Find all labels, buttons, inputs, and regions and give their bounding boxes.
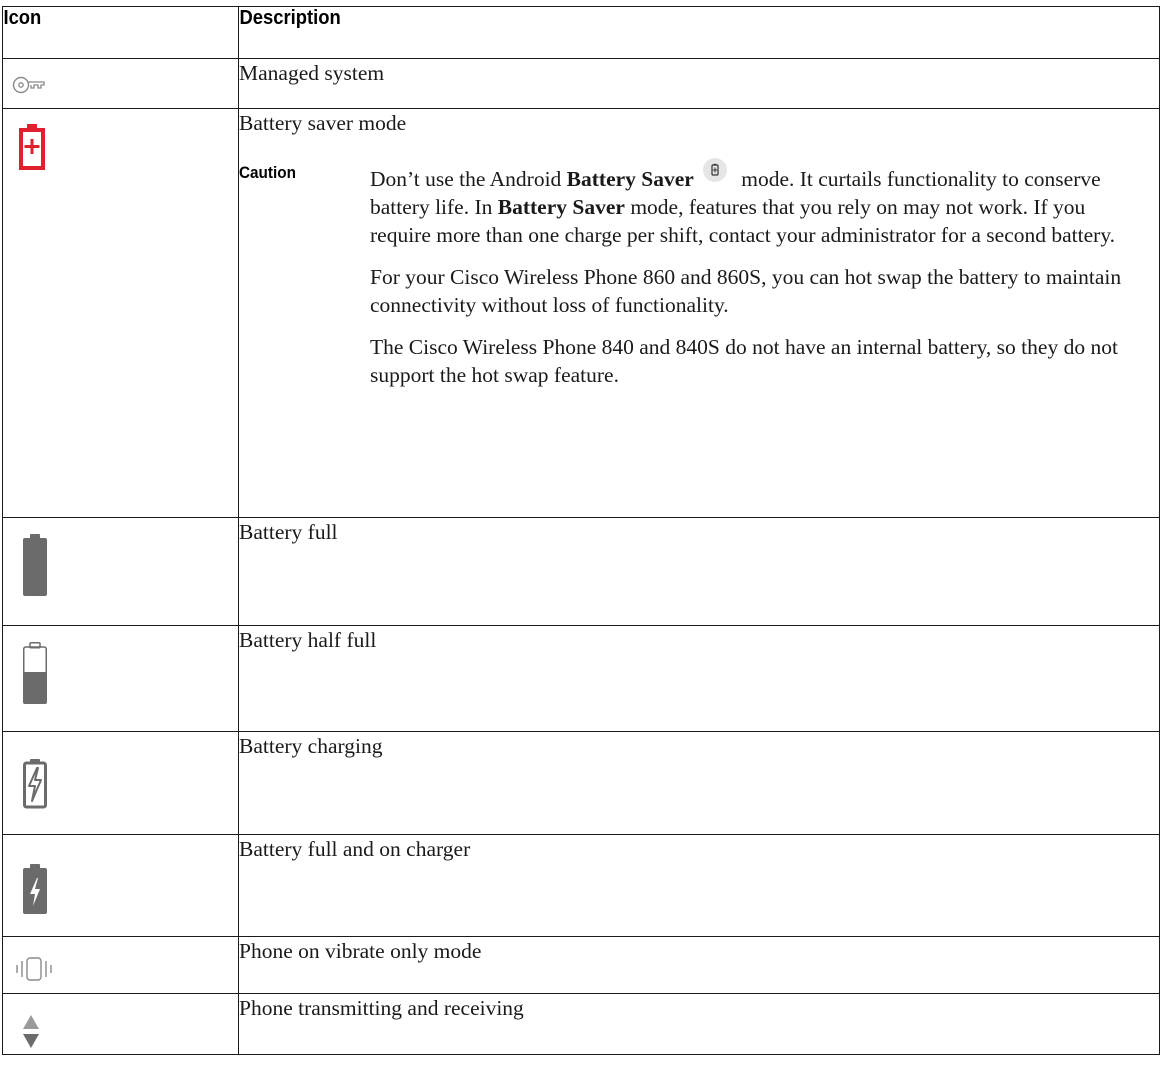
battery-saver-inline-icon <box>702 157 728 183</box>
battery-saver-term: Battery Saver <box>566 167 694 191</box>
vibrate-icon <box>16 957 52 981</box>
battery-saver-icon <box>19 124 45 170</box>
icon-column-header: Icon <box>2 6 221 59</box>
icon-cell <box>2 517 239 626</box>
icon-cell <box>2 993 239 1055</box>
status-icons-table: Icon Description Managed system Battery … <box>2 6 1160 1055</box>
icon-cell <box>2 936 239 994</box>
row-description: Phone transmitting and receiving <box>238 993 1160 1055</box>
battery-charging-icon <box>23 759 47 809</box>
row-description-cell: Battery saver mode Caution Don’t use the… <box>238 108 1160 518</box>
key-icon <box>12 76 45 94</box>
table-row: Battery half full <box>2 625 1160 732</box>
row-description: Battery saver mode <box>239 111 407 135</box>
icon-cell <box>2 58 239 109</box>
battery-half-icon <box>23 642 47 704</box>
caution-paragraph-2: For your Cisco Wireless Phone 860 and 86… <box>370 265 1122 317</box>
caution-body: Don’t use the Android Battery Saver mode… <box>370 151 1159 389</box>
row-description: Managed system <box>238 58 1160 109</box>
table-row: Battery full <box>2 517 1160 626</box>
row-description: Battery half full <box>238 625 1160 732</box>
caution-text: Don’t use the Android <box>370 167 567 191</box>
description-column-header: Description <box>238 6 1087 59</box>
caution-paragraph-3: The Cisco Wireless Phone 840 and 840S do… <box>370 335 1118 387</box>
icon-cell <box>2 625 239 732</box>
icon-cell <box>2 731 239 835</box>
icon-cell <box>2 108 239 518</box>
battery-full-charger-icon <box>23 864 47 914</box>
row-description: Battery charging <box>238 731 1160 835</box>
table-row: Phone on vibrate only mode <box>2 936 1160 994</box>
battery-full-icon <box>23 534 47 596</box>
caution-note: Caution Don’t use the Android Battery Sa… <box>239 151 1159 389</box>
row-description: Battery full and on charger <box>238 834 1160 937</box>
table-row: Managed system <box>2 58 1160 109</box>
table-row: Battery full and on charger <box>2 834 1160 937</box>
table-row: Phone transmitting and receiving <box>2 993 1160 1055</box>
table-row: Battery charging <box>2 731 1160 835</box>
transmit-receive-icon <box>23 1015 39 1048</box>
battery-saver-term: Battery Saver <box>497 195 625 219</box>
caution-label: Caution <box>239 163 296 182</box>
row-description: Phone on vibrate only mode <box>238 936 1160 994</box>
table-header-row: Icon Description <box>2 6 1160 59</box>
caution-paragraph-1: Don’t use the Android Battery Saver mode… <box>370 158 1141 249</box>
table-row: Battery saver mode Caution Don’t use the… <box>2 108 1160 518</box>
row-description: Battery full <box>238 517 1160 626</box>
icon-cell <box>2 834 239 937</box>
